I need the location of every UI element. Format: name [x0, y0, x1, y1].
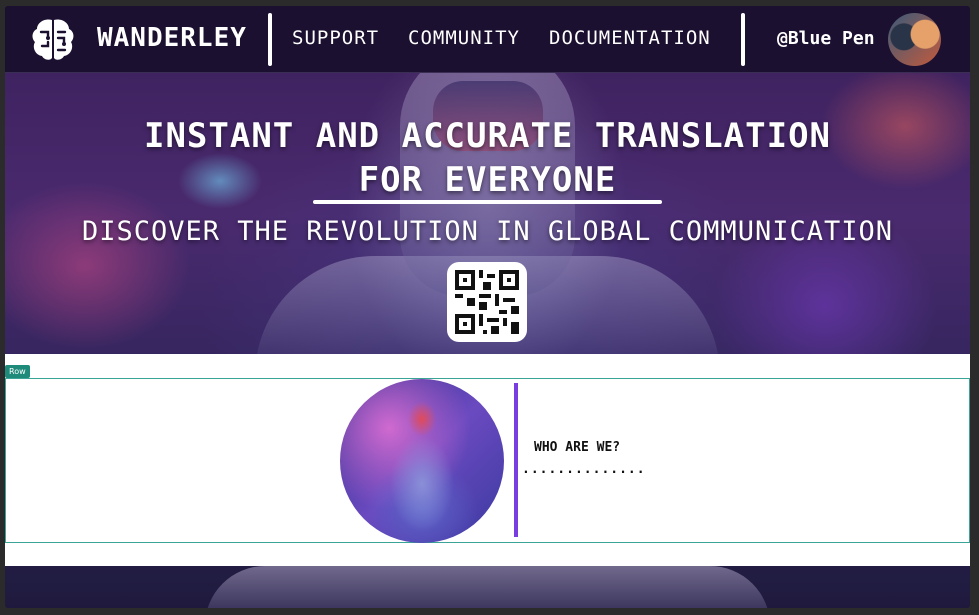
- brain-icon[interactable]: [28, 14, 78, 64]
- nav-divider: [268, 13, 272, 66]
- avatar[interactable]: [888, 13, 941, 66]
- hero-subtitle: DISCOVER THE REVOLUTION IN GLOBAL COMMUN…: [81, 216, 893, 247]
- nav-link-support[interactable]: SUPPORT: [292, 27, 379, 49]
- qr-code-card[interactable]: [447, 262, 527, 342]
- hero-underline: [313, 200, 662, 204]
- about-image: [340, 379, 504, 543]
- nav-link-documentation[interactable]: DOCUMENTATION: [549, 27, 711, 49]
- brand-name[interactable]: WANDERLEY: [97, 23, 247, 53]
- row-label-tag[interactable]: Row: [5, 365, 30, 378]
- robot-lower-art: [205, 566, 770, 608]
- about-section: Row WHO ARE WE? ..............: [5, 354, 970, 566]
- about-heading: WHO ARE WE?: [534, 440, 621, 455]
- about-text: ..............: [522, 462, 646, 477]
- nav-divider: [741, 13, 745, 66]
- about-divider: [514, 383, 518, 537]
- nav-link-community[interactable]: COMMUNITY: [408, 27, 520, 49]
- hero-title: INSTANT AND ACCURATE TRANSLATION FOR EVE…: [5, 114, 970, 202]
- navbar: WANDERLEY SUPPORT COMMUNITY DOCUMENTATIO…: [5, 6, 970, 73]
- hero-title-line-2: FOR EVERYONE: [358, 160, 617, 200]
- app-window: WANDERLEY SUPPORT COMMUNITY DOCUMENTATIO…: [5, 6, 970, 608]
- username[interactable]: @Blue Pen: [777, 28, 875, 49]
- qr-code-icon: [455, 270, 519, 334]
- hero-title-line-1: INSTANT AND ACCURATE TRANSLATION: [143, 116, 832, 156]
